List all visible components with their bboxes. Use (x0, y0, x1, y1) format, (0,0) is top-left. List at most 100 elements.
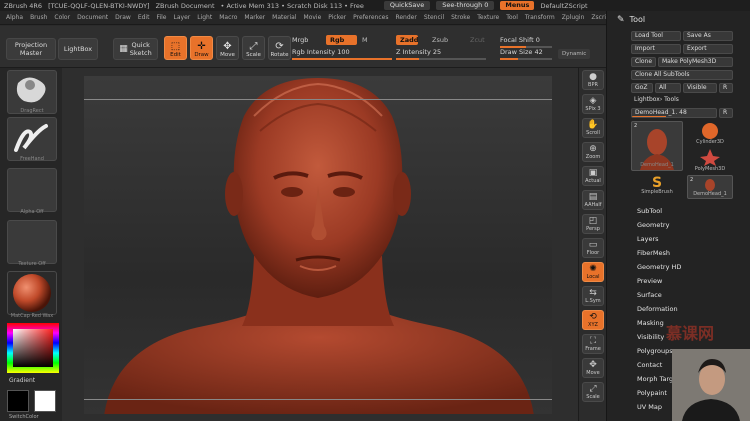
switch-color-button[interactable]: SwitchColor (9, 414, 39, 420)
tool-scale-button[interactable]: ⤢ Scale (242, 36, 265, 60)
projection-master-button[interactable]: Projection Master (6, 38, 56, 60)
main-color-swatch[interactable] (7, 390, 29, 412)
see-through-slider[interactable]: See-through 0 (436, 1, 495, 10)
current-tool-r-button[interactable]: R (719, 108, 733, 118)
tool-thumb-polymesh[interactable]: PolyMesh3D (687, 148, 733, 174)
section-contact[interactable]: Contact (637, 361, 662, 369)
zadd-toggle[interactable]: Zadd (396, 35, 418, 45)
rgb-toggle[interactable]: Rgb (326, 35, 357, 45)
menu-alpha[interactable]: Alpha (6, 14, 23, 21)
zcut-toggle[interactable]: Zcut (466, 35, 489, 45)
quicksave-button[interactable]: QuickSave (383, 1, 431, 10)
tool-draw-button[interactable]: ✛ Draw (190, 36, 213, 60)
tool-thumb-cylinder[interactable]: Cylinder3D (687, 121, 733, 147)
section-deformation[interactable]: Deformation (637, 305, 678, 313)
view-actual-button[interactable]: ▣ Actual (582, 166, 604, 186)
menu-document[interactable]: Document (77, 14, 108, 21)
menu-color[interactable]: Color (54, 14, 70, 21)
menu-movie[interactable]: Movie (304, 14, 322, 21)
section-visibility[interactable]: Visibility (637, 333, 664, 341)
load-tool-button[interactable]: Load Tool (631, 31, 681, 41)
document-canvas[interactable] (62, 68, 578, 421)
save-as-button[interactable]: Save As (683, 31, 733, 41)
tool-thumb-demohead[interactable]: 2 DemoHead_1 (631, 121, 683, 171)
menu-material[interactable]: Material (272, 14, 296, 21)
menu-layer[interactable]: Layer (174, 14, 191, 21)
3d-viewport[interactable] (84, 76, 552, 414)
menu-draw[interactable]: Draw (115, 14, 131, 21)
menu-light[interactable]: Light (197, 14, 212, 21)
view-aahalf-button[interactable]: ▤ AAHalf (582, 190, 604, 210)
view-persp-button[interactable]: ◰ Persp (582, 214, 604, 234)
focal-shift-slider[interactable]: Focal Shift 0 (500, 36, 552, 48)
menu-file[interactable]: File (156, 14, 166, 21)
view-spix-button[interactable]: ◈ SPix 3 (582, 94, 604, 114)
menu-marker[interactable]: Marker (244, 14, 265, 21)
menu-render[interactable]: Render (395, 14, 416, 21)
draw-size-slider[interactable]: Draw Size 42 (500, 48, 552, 60)
section-masking[interactable]: Masking (637, 319, 664, 327)
make-polymesh-button[interactable]: Make PolyMesh3D (658, 57, 733, 67)
section-subtool[interactable]: SubTool (637, 207, 662, 215)
menu-transform[interactable]: Transform (525, 14, 555, 21)
view-local-button[interactable]: ✺ Local (582, 262, 604, 282)
menu-texture[interactable]: Texture (477, 14, 499, 21)
clone-button[interactable]: Clone (631, 57, 656, 67)
rgb-intensity-slider[interactable]: Rgb Intensity 100 (292, 48, 392, 60)
section-polygroups[interactable]: Polygroups (637, 347, 673, 355)
goz-button[interactable]: GoZ (631, 83, 653, 93)
section-preview[interactable]: Preview (637, 277, 662, 285)
quick-sketch-button[interactable]: ▦ Quick Sketch (113, 38, 158, 60)
view-scale-button[interactable]: ⤢ Scale (582, 382, 604, 402)
section-surface[interactable]: Surface (637, 291, 662, 299)
color-picker[interactable] (7, 323, 59, 373)
view-frame-button[interactable]: ⛶ Frame (582, 334, 604, 354)
stroke-freehand-button[interactable] (7, 117, 57, 161)
menu-stroke[interactable]: Stroke (451, 14, 470, 21)
tool-thumb-demohead-2[interactable]: 2 DemoHead_1 (687, 175, 733, 199)
section-polypaint[interactable]: Polypaint (637, 389, 667, 397)
view-xyz-button[interactable]: ⟲ XYZ (582, 310, 604, 330)
view-move-button[interactable]: ✥ Move (582, 358, 604, 378)
tool-thumb-simplebrush[interactable]: S SimpleBrush (631, 173, 683, 197)
matcap-button[interactable] (7, 271, 57, 315)
view-floor-button[interactable]: ▭ Floor (582, 238, 604, 258)
default-zscript-button[interactable]: DefaultZScript (540, 2, 587, 10)
tool-rotate-button[interactable]: ⟳ Rotate (268, 36, 291, 60)
section-geometry[interactable]: Geometry (637, 221, 669, 229)
tool-edit-button[interactable]: ⬚ Edit (164, 36, 187, 60)
section-uv-map[interactable]: UV Map (637, 403, 662, 411)
section-fibermesh[interactable]: FiberMesh (637, 249, 670, 257)
menu-edit[interactable]: Edit (138, 14, 150, 21)
menu-tool[interactable]: Tool (506, 14, 518, 21)
export-button[interactable]: Export (683, 44, 733, 54)
tool-move-button[interactable]: ✥ Move (216, 36, 239, 60)
lightbox-button[interactable]: LightBox (58, 38, 98, 60)
menu-brush[interactable]: Brush (30, 14, 47, 21)
mrgb-toggle[interactable]: Mrgb (292, 36, 308, 45)
m-toggle[interactable]: M (358, 35, 372, 45)
menu-macro[interactable]: Macro (219, 14, 237, 21)
section-geometry-hd[interactable]: Geometry HD (637, 263, 681, 271)
view-bpr-button[interactable]: ● BPR (582, 70, 604, 90)
zsub-toggle[interactable]: Zsub (428, 35, 452, 45)
goz-r-button[interactable]: R (719, 83, 733, 93)
menu-stencil[interactable]: Stencil (424, 14, 444, 21)
menu-zplugin[interactable]: Zplugin (562, 14, 585, 21)
lightbox-tools-button[interactable]: Lightbox› Tools (631, 96, 733, 106)
visible-button[interactable]: Visible (683, 83, 717, 93)
dynamic-toggle[interactable]: Dynamic (558, 49, 591, 59)
view-zoom-button[interactable]: ⊕ Zoom (582, 142, 604, 162)
menu-preferences[interactable]: Preferences (353, 14, 388, 21)
secondary-color-swatch[interactable] (34, 390, 56, 412)
alpha-off-button[interactable] (7, 168, 57, 212)
section-layers[interactable]: Layers (637, 235, 659, 243)
clone-all-subtools-button[interactable]: Clone All SubTools (631, 70, 733, 80)
menus-button[interactable]: Menus (500, 1, 535, 10)
view-lsym-button[interactable]: ⇆ L.Sym (582, 286, 604, 306)
all-button[interactable]: All (655, 83, 681, 93)
menu-picker[interactable]: Picker (328, 14, 346, 21)
current-tool-slider[interactable]: DemoHead_1. 48 (631, 108, 717, 118)
texture-off-button[interactable] (7, 220, 57, 264)
z-intensity-slider[interactable]: Z Intensity 25 (396, 48, 486, 60)
